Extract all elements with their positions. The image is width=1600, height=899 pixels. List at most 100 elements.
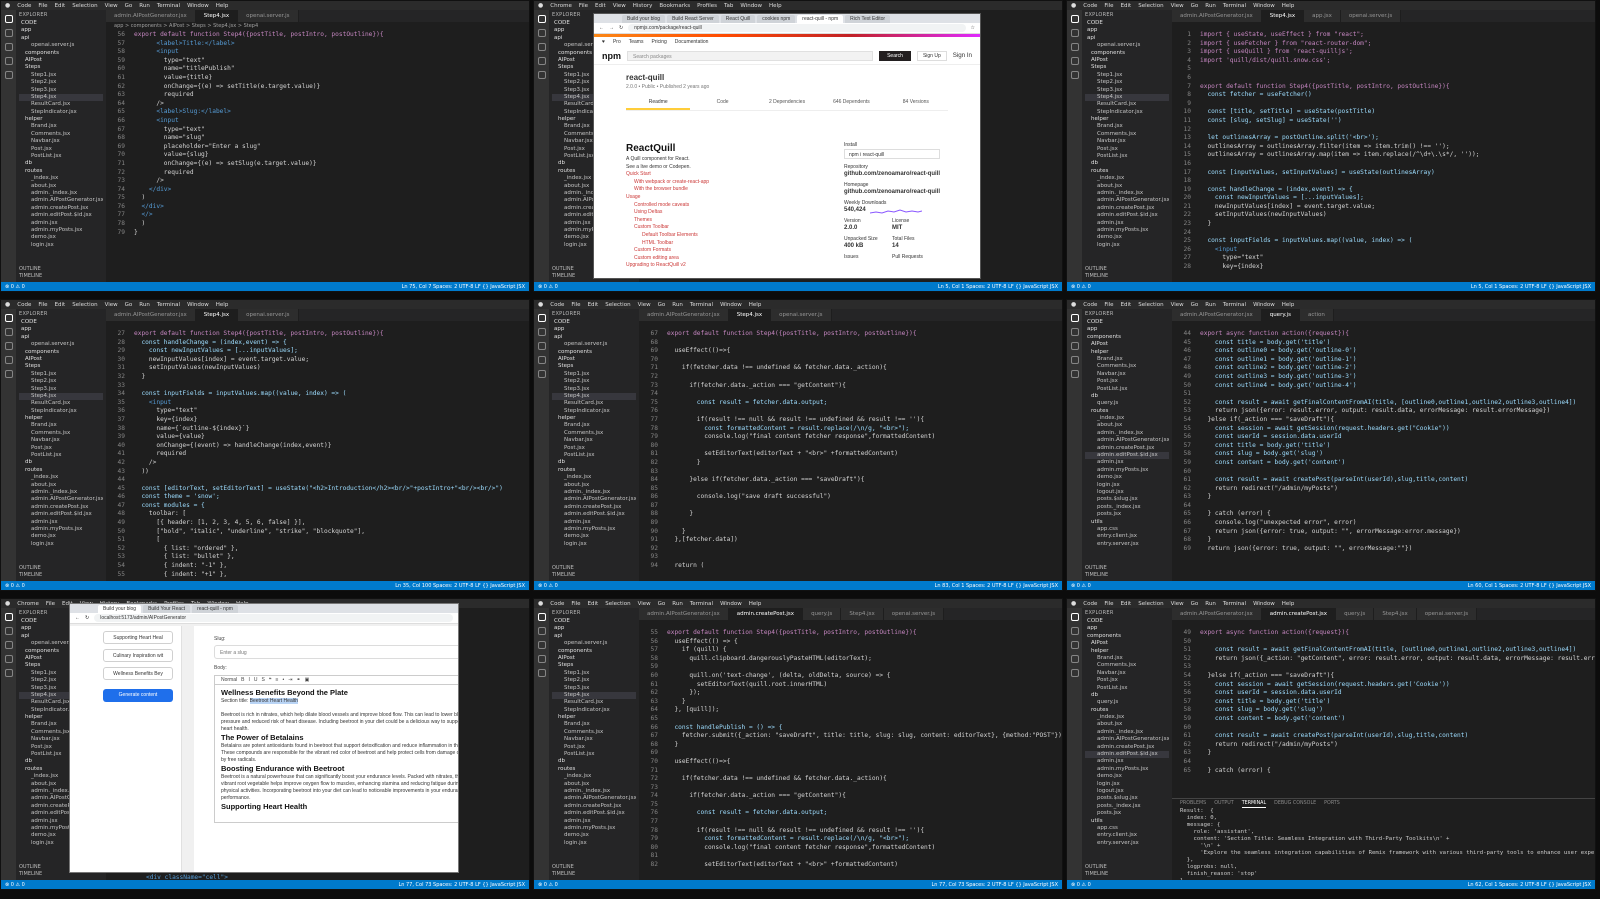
file-tree-item[interactable]: openai.server.js [1085,42,1169,49]
file-tree-item[interactable]: routes [1085,168,1169,175]
italic-icon[interactable]: I [248,677,249,683]
menu-item[interactable]: Run [139,302,150,308]
menu-item[interactable]: Go [658,601,666,607]
repository-link[interactable]: github.com/zenoamaro/react-quill [844,171,940,178]
list-ordered-icon[interactable]: ≡ [276,677,279,683]
menu-item[interactable]: Terminal [690,302,713,308]
file-tree-item[interactable]: Step1.jsx [19,72,103,79]
file-tree-item[interactable]: helper [19,116,103,123]
generate-content-button[interactable]: Generate content [103,689,173,702]
outline-section[interactable]: OUTLINE TIMELINE [19,266,42,280]
browser-tab[interactable]: React Quill [720,15,756,23]
files-icon[interactable] [1070,15,1079,23]
format-select[interactable]: Normal [221,677,237,683]
file-tree-item[interactable]: db [19,160,103,167]
indent-icon[interactable]: ⇥ [288,677,292,683]
file-tree-item[interactable]: ResultCard.jsx [19,101,103,108]
file-tree-item[interactable]: helper [19,415,103,422]
editor-tab[interactable]: Step4.jsx [1261,10,1305,22]
outline-label[interactable]: OUTLINE [1085,266,1108,273]
file-tree-item[interactable]: routes [552,766,636,773]
outline-pill[interactable]: Wellness Benefits Bey [103,667,173,680]
file-tree-item[interactable]: Steps [1085,64,1169,71]
install-command[interactable]: npm i react-quill [844,149,940,159]
npm-logo[interactable]: npm [602,51,621,61]
file-tree-item[interactable]: admin.AIPostGenerator.jsx [552,795,636,802]
file-tree-item[interactable]: _index.jsx [552,773,636,780]
file-tree-item[interactable]: Navbar.jsx [552,437,636,444]
extensions-icon[interactable] [537,71,546,79]
file-tree-item[interactable]: Step3.jsx [1085,87,1169,94]
file-tree-item[interactable]: StepIndicator.jsx [552,707,636,714]
file-tree-item[interactable]: Step2.jsx [19,79,103,86]
readme-toc-link[interactable]: Controlled mode caveats [626,202,831,210]
menu-item[interactable]: Window [740,3,762,9]
file-tree-item[interactable]: admin.createPost.jsx [1085,445,1169,452]
file-tree-item[interactable]: Step2.jsx [552,378,636,385]
file-tree-item[interactable]: CODE [1085,319,1169,326]
search-icon[interactable] [4,29,13,37]
file-tree-item[interactable]: routes [552,467,636,474]
code-editor[interactable]: admin.AIPostGenerator.jsx query.js action 4… [1172,309,1595,581]
file-tree-item[interactable]: admin.createPost.jsx [1085,744,1169,751]
file-tree-item[interactable]: entry.client.jsx [1085,832,1169,839]
file-tree-item[interactable]: StepIndicator.jsx [19,408,103,415]
menu-item[interactable]: Code [17,302,31,308]
debug-icon[interactable] [537,57,546,65]
file-tree-item[interactable]: Step3.jsx [19,386,103,393]
menu-item[interactable]: History [633,3,653,9]
underline-icon[interactable]: U [254,677,258,683]
menu-item[interactable]: View [638,302,651,308]
file-tree-item[interactable]: query.js [1085,699,1169,706]
file-tree-item[interactable]: posts.$slug.jsx [1085,496,1169,503]
file-tree-item[interactable]: AIPost [1085,57,1169,64]
file-tree-item[interactable]: components [1085,50,1169,57]
editor-tab[interactable]: Step4.jsx [1374,608,1417,620]
file-tree-item[interactable]: Steps [19,363,103,370]
outline-section[interactable]: OUTLINE TIMELINE [552,565,575,579]
file-tree-item[interactable]: PostList.jsx [19,452,103,459]
menu-item[interactable]: Window [187,3,209,9]
menu-item[interactable]: View [1171,3,1184,9]
file-tree-item[interactable]: login.jsx [1085,482,1169,489]
file-tree-item[interactable]: CODE [1085,618,1169,625]
reload-icon[interactable]: ↻ [85,615,89,621]
browser-tab[interactable]: cookies npm [757,15,796,23]
file-tree-item[interactable]: app [552,625,636,632]
readme-toc-link[interactable]: HTML Toolbar [626,240,831,248]
menu-item[interactable]: Help [216,3,229,9]
file-tree-item[interactable]: api [552,334,636,341]
file-tree-item[interactable]: app [552,326,636,333]
terminal-tab[interactable]: DEBUG CONSOLE [1274,799,1316,808]
list-bullet-icon[interactable]: • [282,677,284,683]
menu-item[interactable]: Terminal [1223,3,1246,9]
file-tree-item[interactable]: routes [19,467,103,474]
file-tree-item[interactable]: demo.jsx [19,234,103,241]
debug-icon[interactable] [4,655,13,663]
file-tree-item[interactable]: Brand.jsx [1085,123,1169,130]
file-tree-item[interactable]: admin.jsx [552,818,636,825]
file-tree-item[interactable]: Post.jsx [19,146,103,153]
file-tree-item[interactable]: about.jsx [1085,183,1169,190]
menu-item[interactable]: Run [1205,3,1216,9]
search-icon[interactable] [537,328,546,336]
status-cursor[interactable]: Ln 83, Col 1 Spaces: 2 UTF-8 LF {} JavaS… [935,583,1058,589]
menu-item[interactable]: Go [1191,601,1199,607]
file-tree-item[interactable]: admin.AIPostGenerator.jsx [1085,197,1169,204]
file-tree-item[interactable]: PostList.jsx [1085,685,1169,692]
menu-item[interactable]: File [571,302,580,308]
readme-toc-link[interactable]: With webpack or create-react-app [626,179,831,187]
status-problems[interactable]: ⊗ 0 ⚠ 0 [538,583,558,589]
file-tree-item[interactable]: admin.jsx [19,519,103,526]
status-cursor[interactable]: Ln 62, Col 1 Spaces: 2 UTF-8 LF {} JavaS… [1468,882,1591,888]
outline-label[interactable]: OUTLINE [1085,565,1108,572]
debug-icon[interactable] [1070,655,1079,663]
file-tree-item[interactable]: app.css [1085,526,1169,533]
file-tree-item[interactable]: Navbar.jsx [1085,670,1169,677]
debug-icon[interactable] [1070,356,1079,364]
debug-icon[interactable] [4,356,13,364]
file-tree-item[interactable]: demo.jsx [1085,234,1169,241]
file-tree-item[interactable]: Comments.jsx [1085,131,1169,138]
menu-item[interactable]: Edit [1121,601,1132,607]
file-tree-item[interactable]: Step4.jsx [19,93,103,102]
